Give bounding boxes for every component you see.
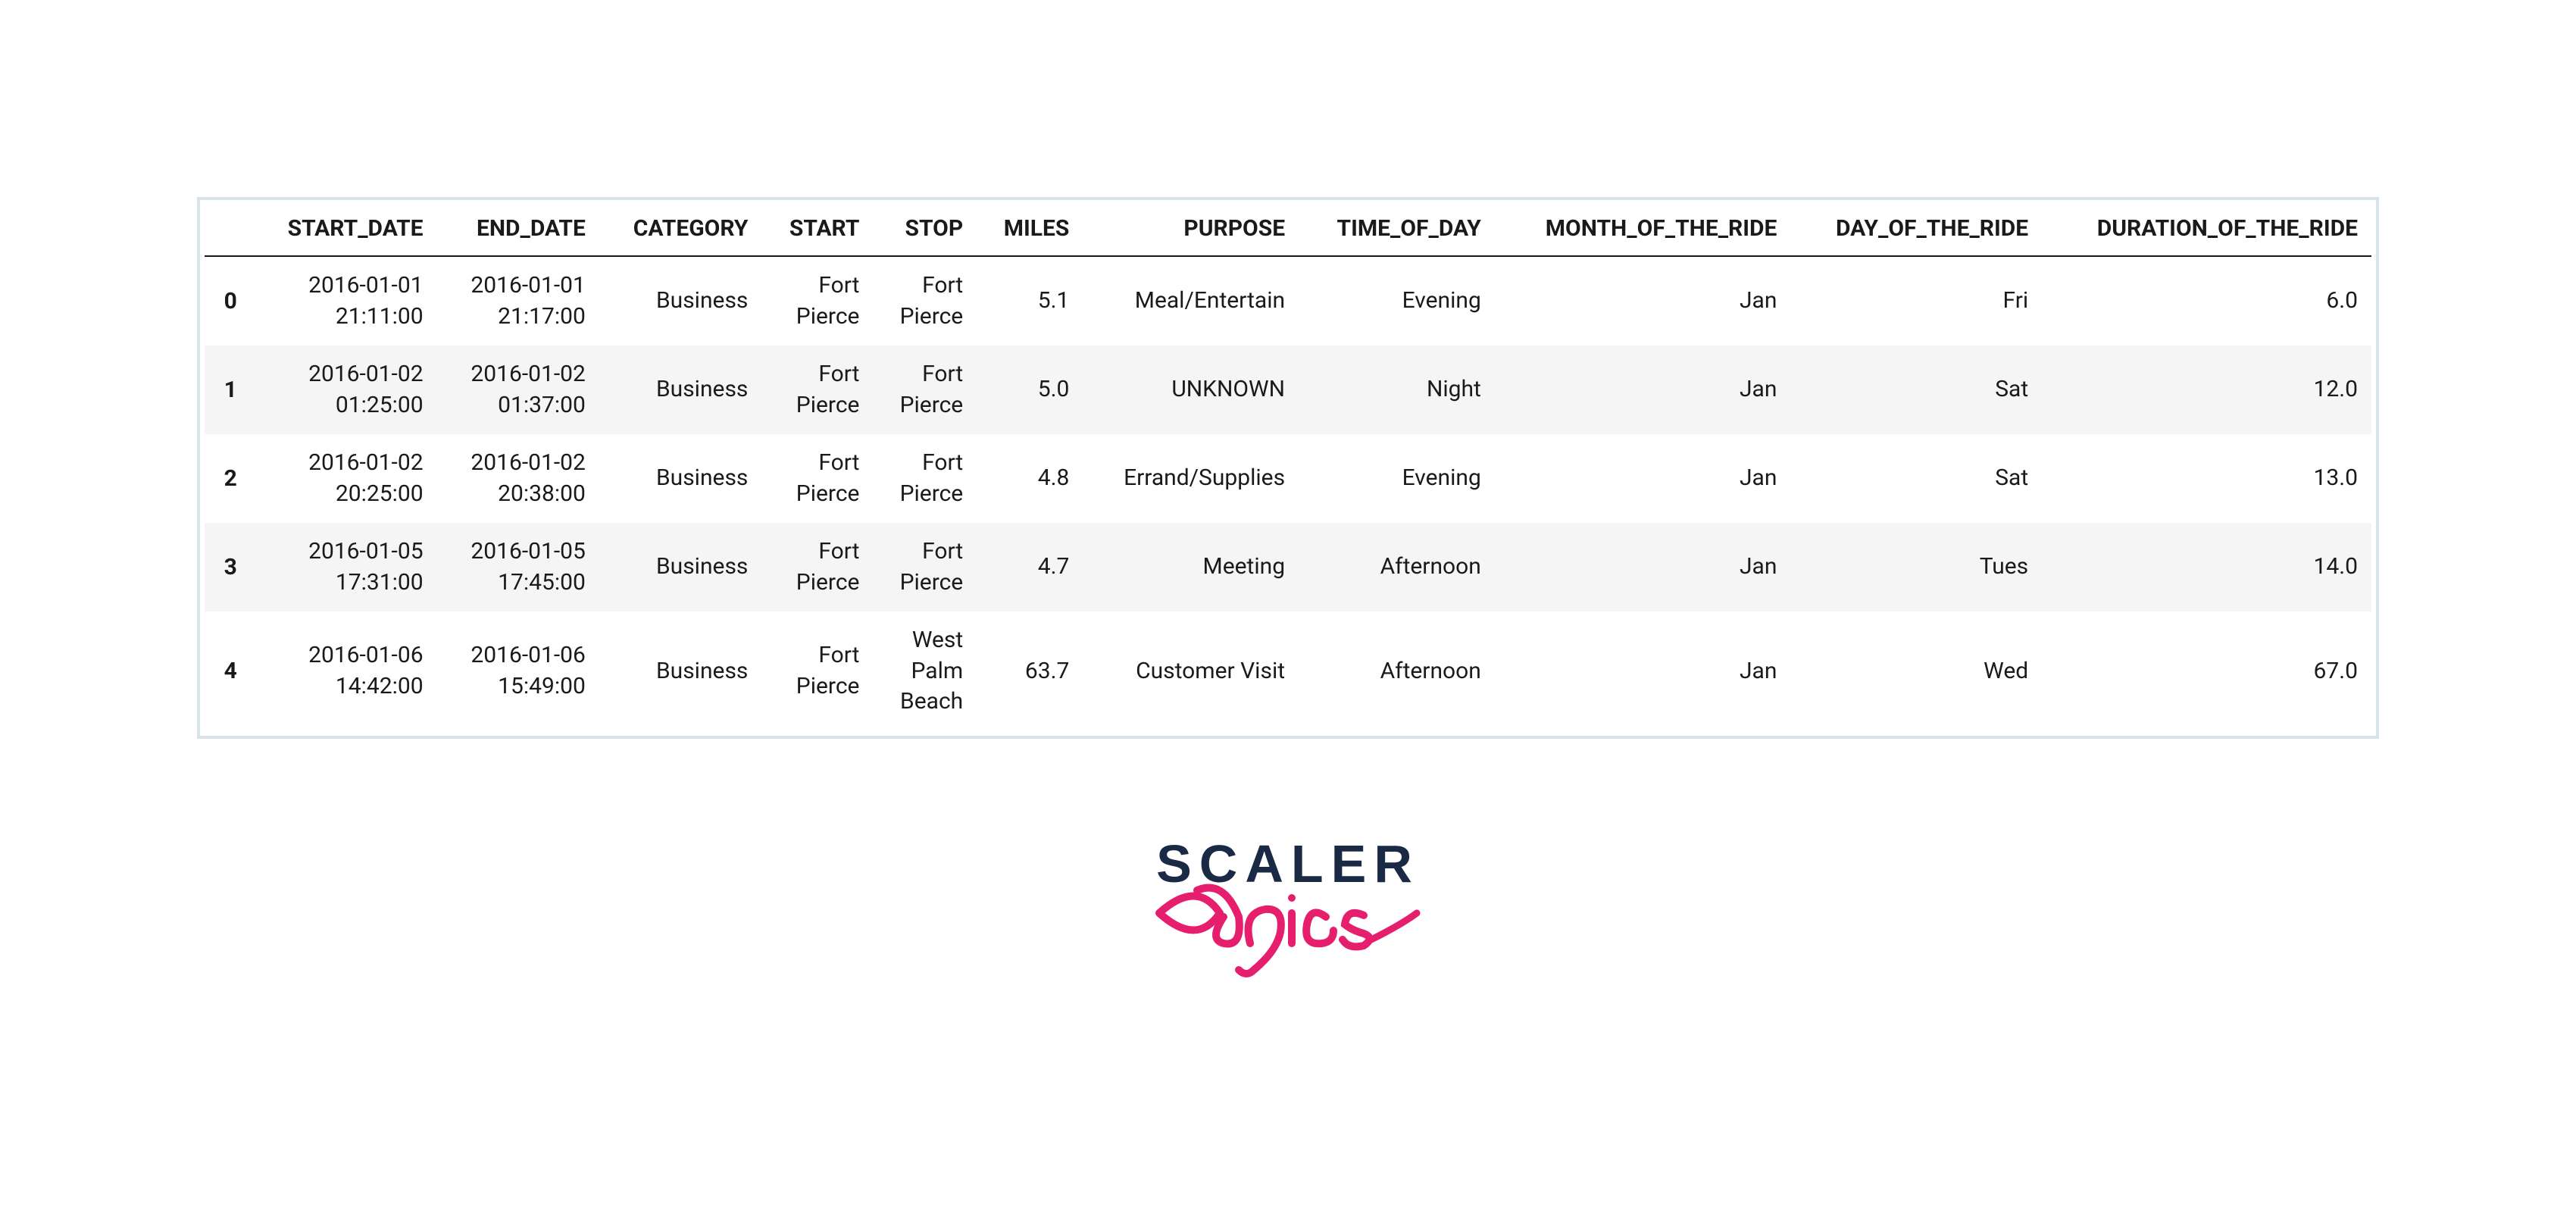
table-row: 12016-01-02 01:25:002016-01-02 01:37:00B… (205, 346, 2371, 434)
cell-stop: West Palm Beach (873, 611, 977, 731)
cell-stop: Fort Pierce (873, 434, 977, 523)
cell-miles: 5.0 (977, 346, 1083, 434)
col-start-date: START_DATE (251, 205, 437, 256)
cell-time-of-day: Evening (1299, 256, 1495, 346)
cell-month-of-the-ride: Jan (1495, 346, 1791, 434)
cell-day-of-the-ride: Sat (1790, 434, 2042, 523)
cell-start: Fort Pierce (761, 256, 873, 346)
cell-day-of-the-ride: Sat (1790, 346, 2042, 434)
cell-purpose: UNKNOWN (1083, 346, 1299, 434)
cell-miles: 4.8 (977, 434, 1083, 523)
cell-duration-of-the-ride: 67.0 (2042, 611, 2371, 731)
cell-start-date: 2016-01-02 01:25:00 (251, 346, 437, 434)
cell-time-of-day: Afternoon (1299, 523, 1495, 611)
table-row: 02016-01-01 21:11:002016-01-01 21:17:00B… (205, 256, 2371, 346)
scaler-topics-logo: SCALER (0, 833, 2576, 988)
table-row: 22016-01-02 20:25:002016-01-02 20:38:00B… (205, 434, 2371, 523)
col-index (205, 205, 251, 256)
logo-line2-wrap (1152, 871, 1424, 985)
data-table: START_DATE END_DATE CATEGORY START STOP … (205, 205, 2371, 731)
cell-duration-of-the-ride: 14.0 (2042, 523, 2371, 611)
cell-purpose: Meal/Entertain (1083, 256, 1299, 346)
cell-start-date: 2016-01-06 14:42:00 (251, 611, 437, 731)
cell-start-date: 2016-01-02 20:25:00 (251, 434, 437, 523)
cell-end-date: 2016-01-02 01:37:00 (437, 346, 599, 434)
cell-stop: Fort Pierce (873, 346, 977, 434)
col-purpose: PURPOSE (1083, 205, 1299, 256)
cell-end-date: 2016-01-06 15:49:00 (437, 611, 599, 731)
cell-start: Fort Pierce (761, 523, 873, 611)
table-header-row: START_DATE END_DATE CATEGORY START STOP … (205, 205, 2371, 256)
row-index: 2 (205, 434, 251, 523)
cell-stop: Fort Pierce (873, 256, 977, 346)
cell-miles: 5.1 (977, 256, 1083, 346)
cell-time-of-day: Evening (1299, 434, 1495, 523)
cell-start-date: 2016-01-05 17:31:00 (251, 523, 437, 611)
cell-duration-of-the-ride: 12.0 (2042, 346, 2371, 434)
data-table-container: START_DATE END_DATE CATEGORY START STOP … (197, 197, 2379, 739)
table-row: 42016-01-06 14:42:002016-01-06 15:49:00B… (205, 611, 2371, 731)
cell-month-of-the-ride: Jan (1495, 523, 1791, 611)
cell-month-of-the-ride: Jan (1495, 611, 1791, 731)
row-index: 0 (205, 256, 251, 346)
col-month-of-ride: MONTH_OF_THE_RIDE (1495, 205, 1791, 256)
cell-category: Business (599, 434, 762, 523)
cell-duration-of-the-ride: 13.0 (2042, 434, 2371, 523)
cell-start: Fort Pierce (761, 434, 873, 523)
cell-miles: 4.7 (977, 523, 1083, 611)
cell-category: Business (599, 523, 762, 611)
col-start: START (761, 205, 873, 256)
row-index: 4 (205, 611, 251, 731)
cell-month-of-the-ride: Jan (1495, 434, 1791, 523)
cell-start: Fort Pierce (761, 611, 873, 731)
table-row: 32016-01-05 17:31:002016-01-05 17:45:00B… (205, 523, 2371, 611)
col-day-of-ride: DAY_OF_THE_RIDE (1790, 205, 2042, 256)
col-miles: MILES (977, 205, 1083, 256)
cell-category: Business (599, 256, 762, 346)
cell-time-of-day: Afternoon (1299, 611, 1495, 731)
row-index: 3 (205, 523, 251, 611)
cell-end-date: 2016-01-02 20:38:00 (437, 434, 599, 523)
cell-day-of-the-ride: Fri (1790, 256, 2042, 346)
col-time-of-day: TIME_OF_DAY (1299, 205, 1495, 256)
cell-day-of-the-ride: Tues (1790, 523, 2042, 611)
cell-start: Fort Pierce (761, 346, 873, 434)
col-stop: STOP (873, 205, 977, 256)
row-index: 1 (205, 346, 251, 434)
cell-stop: Fort Pierce (873, 523, 977, 611)
cell-category: Business (599, 346, 762, 434)
cell-purpose: Errand/Supplies (1083, 434, 1299, 523)
topics-script-icon (1152, 871, 1424, 985)
cell-category: Business (599, 611, 762, 731)
col-category: CATEGORY (599, 205, 762, 256)
cell-purpose: Customer Visit (1083, 611, 1299, 731)
cell-end-date: 2016-01-05 17:45:00 (437, 523, 599, 611)
cell-duration-of-the-ride: 6.0 (2042, 256, 2371, 346)
cell-miles: 63.7 (977, 611, 1083, 731)
cell-time-of-day: Night (1299, 346, 1495, 434)
col-end-date: END_DATE (437, 205, 599, 256)
cell-end-date: 2016-01-01 21:17:00 (437, 256, 599, 346)
col-duration-of-ride: DURATION_OF_THE_RIDE (2042, 205, 2371, 256)
cell-purpose: Meeting (1083, 523, 1299, 611)
cell-day-of-the-ride: Wed (1790, 611, 2042, 731)
cell-start-date: 2016-01-01 21:11:00 (251, 256, 437, 346)
cell-month-of-the-ride: Jan (1495, 256, 1791, 346)
